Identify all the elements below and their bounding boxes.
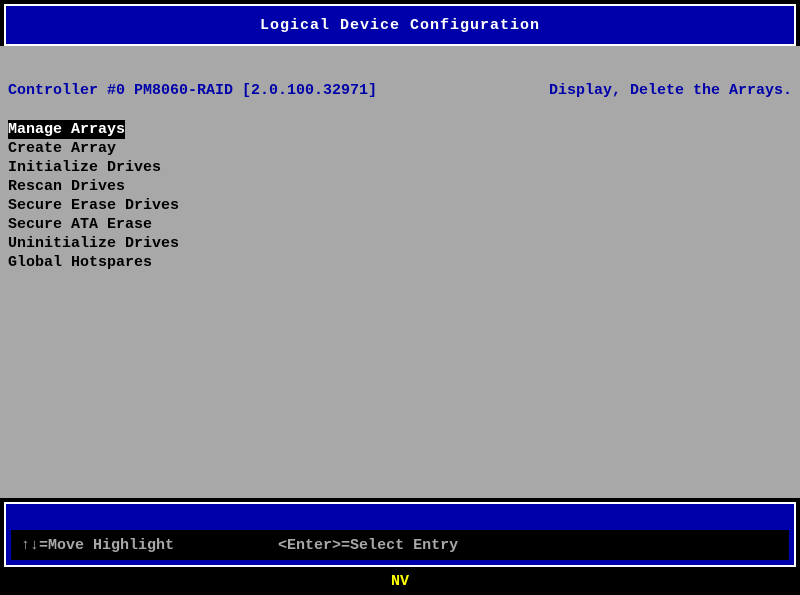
menu-item-create-array[interactable]: Create Array	[8, 139, 116, 158]
status-indicator: NV	[391, 573, 409, 590]
help-text: ↑↓=Move Highlight <Enter>=Select Entry	[21, 537, 458, 554]
menu-item-rescan-drives[interactable]: Rescan Drives	[8, 177, 125, 196]
menu-item-secure-erase-drives[interactable]: Secure Erase Drives	[8, 196, 179, 215]
info-row: Controller #0 PM8060-RAID [2.0.100.32971…	[8, 82, 792, 99]
menu-item-manage-arrays[interactable]: Manage Arrays	[8, 120, 125, 139]
footer-box: ↑↓=Move Highlight <Enter>=Select Entry	[4, 502, 796, 567]
controller-label: Controller #0 PM8060-RAID [2.0.100.32971…	[8, 82, 377, 99]
menu-item-secure-ata-erase[interactable]: Secure ATA Erase	[8, 215, 152, 234]
header-box: Logical Device Configuration	[4, 4, 796, 46]
bottom-status-bar: NV	[0, 567, 800, 595]
menu-list: Manage Arrays Create Array Initialize Dr…	[8, 120, 179, 272]
main-area: Controller #0 PM8060-RAID [2.0.100.32971…	[0, 46, 800, 498]
help-move: ↑↓=Move Highlight	[21, 537, 174, 554]
help-bar: ↑↓=Move Highlight <Enter>=Select Entry	[11, 530, 789, 560]
menu-item-global-hotspares[interactable]: Global Hotspares	[8, 253, 152, 272]
page-title: Logical Device Configuration	[260, 17, 540, 34]
action-hint: Display, Delete the Arrays.	[549, 82, 792, 99]
menu-item-initialize-drives[interactable]: Initialize Drives	[8, 158, 161, 177]
help-select: <Enter>=Select Entry	[278, 537, 458, 554]
menu-item-uninitialize-drives[interactable]: Uninitialize Drives	[8, 234, 179, 253]
